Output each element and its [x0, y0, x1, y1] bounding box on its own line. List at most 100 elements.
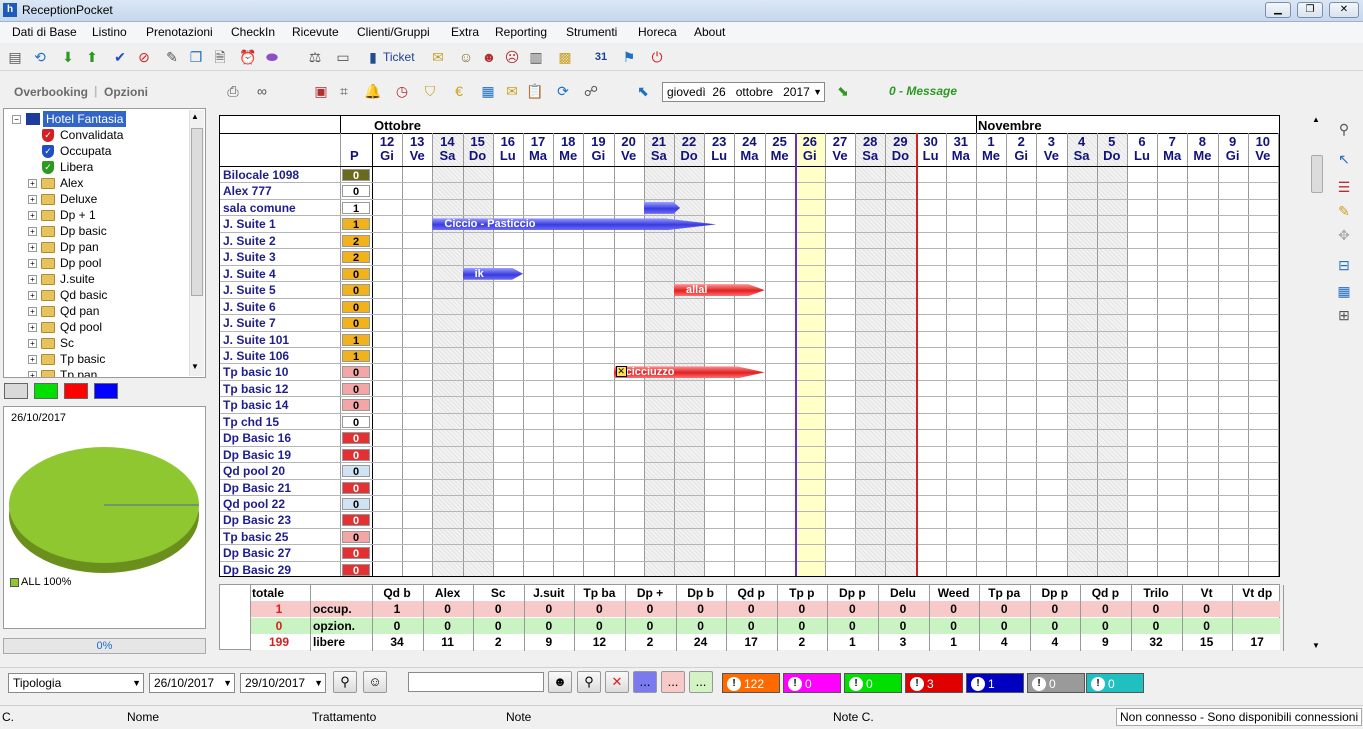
zoom-icon[interactable]: ⚲: [1335, 120, 1353, 138]
history-icon[interactable]: ◷: [393, 82, 411, 100]
room-name[interactable]: J. Suite 6: [223, 300, 276, 314]
booking-bar[interactable]: allal: [674, 284, 765, 297]
tree-group[interactable]: + Qd pan: [4, 303, 184, 319]
room-name[interactable]: Tp basic 10: [223, 365, 288, 379]
tipologia-select[interactable]: Tipologia ▼: [8, 673, 144, 693]
status-counter-badge[interactable]: ! 3: [905, 673, 963, 693]
scroll-down-icon[interactable]: ▼: [191, 362, 199, 371]
expand-icon[interactable]: +: [28, 179, 37, 188]
expand-icon[interactable]: +: [28, 211, 37, 220]
tiles-icon[interactable]: ⊞: [1335, 306, 1353, 324]
scroll-up-icon[interactable]: ▲: [191, 112, 199, 121]
check-icon[interactable]: ✔: [111, 48, 129, 66]
tree-group[interactable]: + J.suite: [4, 271, 184, 287]
note-icon[interactable]: ✎: [1335, 202, 1353, 220]
ticket-icon[interactable]: ▮: [364, 48, 382, 66]
expand-icon[interactable]: +: [28, 259, 37, 268]
arrow-up-icon[interactable]: ⬆: [83, 48, 101, 66]
tab-opzioni[interactable]: Opzioni: [104, 85, 148, 99]
expand-icon[interactable]: +: [28, 371, 37, 377]
filter-blue-button[interactable]: ...: [633, 671, 657, 693]
planner-scrollbar[interactable]: ▲ ▼: [1308, 115, 1326, 652]
menu-checkin[interactable]: CheckIn: [231, 25, 275, 39]
room-name[interactable]: Dp Basic 27: [223, 546, 291, 560]
date-picker[interactable]: giovedì 26 ottobre 2017 ▼: [662, 82, 825, 102]
menu-listino[interactable]: Listino: [92, 25, 127, 39]
room-name[interactable]: J. Suite 101: [223, 333, 289, 347]
notes-icon[interactable]: ✎: [163, 48, 181, 66]
status-counter-badge[interactable]: ! 1: [966, 673, 1024, 693]
room-name[interactable]: Tp basic 25: [223, 530, 288, 544]
room-name[interactable]: J. Suite 3: [223, 250, 276, 264]
tab-overbooking[interactable]: Overbooking: [14, 85, 88, 99]
room-name[interactable]: J. Suite 5: [223, 283, 276, 297]
pointer-icon[interactable]: ↖: [1335, 150, 1353, 168]
color-swatch[interactable]: [4, 383, 28, 399]
room-name[interactable]: J. Suite 4: [223, 267, 276, 281]
refresh-icon[interactable]: ⟲: [31, 48, 49, 66]
status-counter-badge[interactable]: ! 122: [722, 673, 780, 693]
calculator-icon[interactable]: ▤: [6, 48, 24, 66]
tree-group[interactable]: + Tp basic: [4, 351, 184, 367]
user-search-icon[interactable]: ☹: [503, 48, 521, 66]
people-search-icon[interactable]: ☍: [582, 82, 600, 100]
menu-reporting[interactable]: Reporting: [495, 25, 547, 39]
room-name[interactable]: J. Suite 1: [223, 217, 276, 231]
envelope-icon[interactable]: ✉: [429, 48, 447, 66]
room-name[interactable]: sala comune: [223, 201, 296, 215]
expand-icon[interactable]: +: [28, 339, 37, 348]
color-swatch[interactable]: [64, 383, 88, 399]
clipboard-icon[interactable]: 📋: [526, 82, 544, 100]
menu-extra[interactable]: Extra: [451, 25, 479, 39]
message-link[interactable]: 0 - Message: [889, 84, 957, 98]
rotate-icon[interactable]: ⟳: [554, 82, 572, 100]
menu-clienti-gruppi[interactable]: Clienti/Gruppi: [357, 25, 430, 39]
scale-icon[interactable]: ⚖: [306, 48, 324, 66]
room-name[interactable]: Dp Basic 23: [223, 513, 291, 527]
filter-green-button[interactable]: ...: [689, 671, 713, 693]
tree-group[interactable]: + Sc: [4, 335, 184, 351]
room-name[interactable]: Tp basic 14: [223, 398, 288, 412]
grid-view-icon[interactable]: ▦: [479, 82, 497, 100]
ticket-button[interactable]: Ticket: [383, 50, 415, 64]
room-name[interactable]: Dp Basic 19: [223, 448, 291, 462]
search-button[interactable]: ⚲: [333, 671, 357, 693]
expand-icon[interactable]: +: [28, 291, 37, 300]
booking-bar[interactable]: [643, 201, 681, 214]
clear-button[interactable]: ✕: [605, 671, 629, 693]
date-to-chevron-icon[interactable]: ▼: [314, 674, 323, 692]
tree-status-item[interactable]: ✓ Libera: [4, 159, 184, 175]
euro-icon[interactable]: €: [450, 82, 468, 100]
move-icon[interactable]: ✥: [1335, 226, 1353, 244]
color-swatch[interactable]: [34, 383, 58, 399]
tree-root[interactable]: − Hotel Fantasia: [4, 111, 184, 127]
collapse-icon[interactable]: −: [12, 115, 21, 124]
document-icon[interactable]: 🗎: [211, 48, 229, 66]
filter-pink-button[interactable]: ...: [661, 671, 685, 693]
status-counter-badge[interactable]: ! 0: [1027, 673, 1085, 693]
date-to-field[interactable]: 29/10/2017 ▼: [240, 673, 326, 693]
person-icon[interactable]: ☺: [457, 48, 475, 66]
calendar-icon[interactable]: 31: [592, 48, 610, 66]
tree-scroll-thumb[interactable]: [191, 128, 203, 296]
date-from-chevron-icon[interactable]: ▼: [223, 674, 232, 692]
planner-scroll-up-icon[interactable]: ▲: [1312, 115, 1320, 124]
room-name[interactable]: J. Suite 2: [223, 234, 276, 248]
menu-prenotazioni[interactable]: Prenotazioni: [146, 25, 213, 39]
room-name[interactable]: Bilocale 1098: [223, 168, 299, 182]
expand-icon[interactable]: +: [28, 355, 37, 364]
guest-search-button[interactable]: ☻: [548, 671, 572, 693]
power-icon[interactable]: ⏻: [648, 48, 666, 66]
glasses-icon[interactable]: ∞: [253, 82, 271, 100]
menu-dati-di-base[interactable]: Dati di Base: [12, 25, 77, 39]
room-name[interactable]: Tp basic 12: [223, 382, 288, 396]
group-icon[interactable]: ☻: [480, 48, 498, 66]
menu-about[interactable]: About: [694, 25, 725, 39]
table-icon[interactable]: ▦: [1335, 282, 1353, 300]
flag-icon[interactable]: ⚑: [620, 48, 638, 66]
user-button[interactable]: ☺: [363, 671, 387, 693]
booking-flag-icon[interactable]: ✕: [615, 366, 627, 378]
room-name[interactable]: Dp Basic 29: [223, 563, 291, 576]
cash-register-icon[interactable]: ▩: [556, 48, 574, 66]
bell-icon[interactable]: 🔔: [364, 82, 382, 100]
